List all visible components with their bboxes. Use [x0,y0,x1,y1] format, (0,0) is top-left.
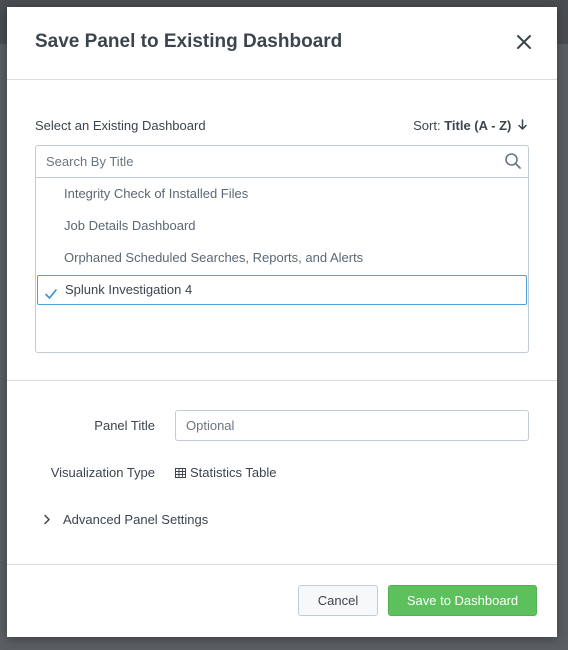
save-to-dashboard-button[interactable]: Save to Dashboard [388,585,537,616]
viz-type-label: Visualization Type [50,465,155,480]
modal-header: Save Panel to Existing Dashboard [7,7,557,80]
dashboard-list: Integrity Check of Installed Files Job D… [35,145,529,353]
section-divider [7,380,557,381]
list-item-job-details[interactable]: Job Details Dashboard [36,210,528,242]
panel-title-input[interactable] [175,410,529,441]
arrow-down-icon [518,118,527,133]
select-dashboard-label: Select an Existing Dashboard [35,118,206,133]
chevron-right-icon [43,513,51,525]
dashboard-select-section: Select an Existing Dashboard Sort: Title… [7,80,557,380]
search-row [36,146,528,178]
advanced-settings-label: Advanced Panel Settings [63,512,209,527]
footer-divider [7,564,557,565]
viz-type-text: Statistics Table [190,465,277,480]
modal-title: Save Panel to Existing Dashboard [35,31,343,52]
save-panel-modal: Save Panel to Existing Dashboard Select … [7,7,557,637]
advanced-settings-toggle[interactable]: Advanced Panel Settings [43,512,208,527]
search-icon[interactable] [504,152,522,170]
table-icon [175,466,186,478]
close-icon[interactable] [515,33,533,51]
sort-value: Title (A - Z) [444,118,512,133]
viz-type-value: Statistics Table [175,465,276,480]
panel-title-label: Panel Title [94,418,155,433]
list-item-splunk-investigation[interactable]: Splunk Investigation 4 [37,275,527,305]
list-item-integrity-check[interactable]: Integrity Check of Installed Files [36,178,528,210]
search-input[interactable] [36,146,496,177]
sort-control[interactable]: Sort: Title (A - Z) [413,118,527,133]
check-icon [44,283,58,299]
list-item-orphaned-searches[interactable]: Orphaned Scheduled Searches, Reports, an… [36,242,528,274]
list-item-label: Splunk Investigation 4 [65,282,193,297]
sort-label: Sort: [413,118,441,133]
cancel-button[interactable]: Cancel [298,585,378,616]
